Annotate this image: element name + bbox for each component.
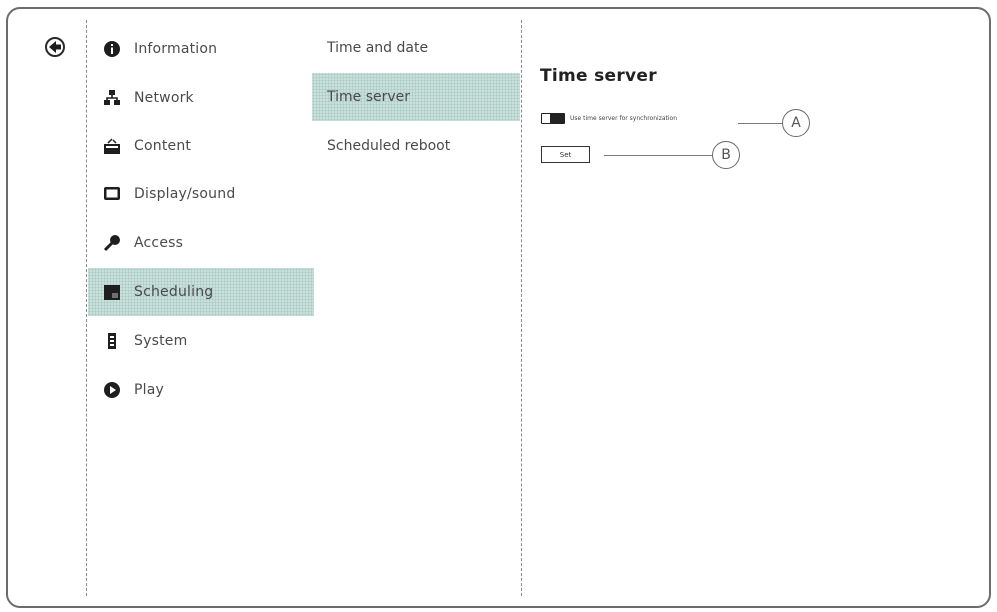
time-server-option-label: Use time server for synchronization [570,115,678,122]
submenu-item-time-and-date[interactable]: Time and date [312,24,520,72]
menu-item-label: System [134,333,188,349]
menu-item-label: Scheduling [134,284,214,300]
menu-item-label: Information [134,41,218,57]
callout-a: A [782,109,810,137]
submenu-item-label: Time server [327,89,411,105]
time-server-toggle[interactable] [541,113,565,124]
detail-divider [521,20,522,596]
menu-item-content[interactable]: Content [88,122,314,170]
set-button[interactable]: Set [541,146,590,163]
menu-item-access[interactable]: Access [88,219,314,267]
menu-item-label: Network [134,90,194,106]
arrow-left-icon [49,41,61,53]
submenu-item-label: Scheduled reboot [327,138,451,154]
menu-item-information[interactable]: Information [88,25,314,73]
submenu-item-time-server[interactable]: Time server [312,73,520,121]
detail-title: Time server [540,66,657,86]
menu-item-label: Access [134,235,184,251]
menu-item-network[interactable]: Network [88,74,314,122]
menu-item-system[interactable]: System [88,317,314,365]
info-icon [102,39,122,59]
network-icon [102,88,122,108]
submenu-item-scheduled-reboot[interactable]: Scheduled reboot [312,122,520,170]
key-icon [102,233,122,253]
system-icon [102,331,122,351]
menu-item-play[interactable]: Play [88,366,314,414]
menu-item-label: Content [134,138,192,154]
callout-b: B [712,141,740,169]
calendar-icon [102,282,122,302]
submenu-item-label: Time and date [327,40,429,56]
play-icon [102,380,122,400]
menu-item-display-sound[interactable]: Display/sound [88,170,314,218]
back-button[interactable] [45,37,65,57]
callout-line-a [738,123,782,124]
menu-item-label: Display/sound [134,186,236,202]
menu-divider [86,20,87,596]
display-icon [102,184,122,204]
menu-item-scheduling[interactable]: Scheduling [88,268,314,316]
callout-line-b [604,155,712,156]
content-icon [102,136,122,156]
menu-item-label: Play [134,382,164,398]
time-server-option: Use time server for synchronization [541,113,677,124]
